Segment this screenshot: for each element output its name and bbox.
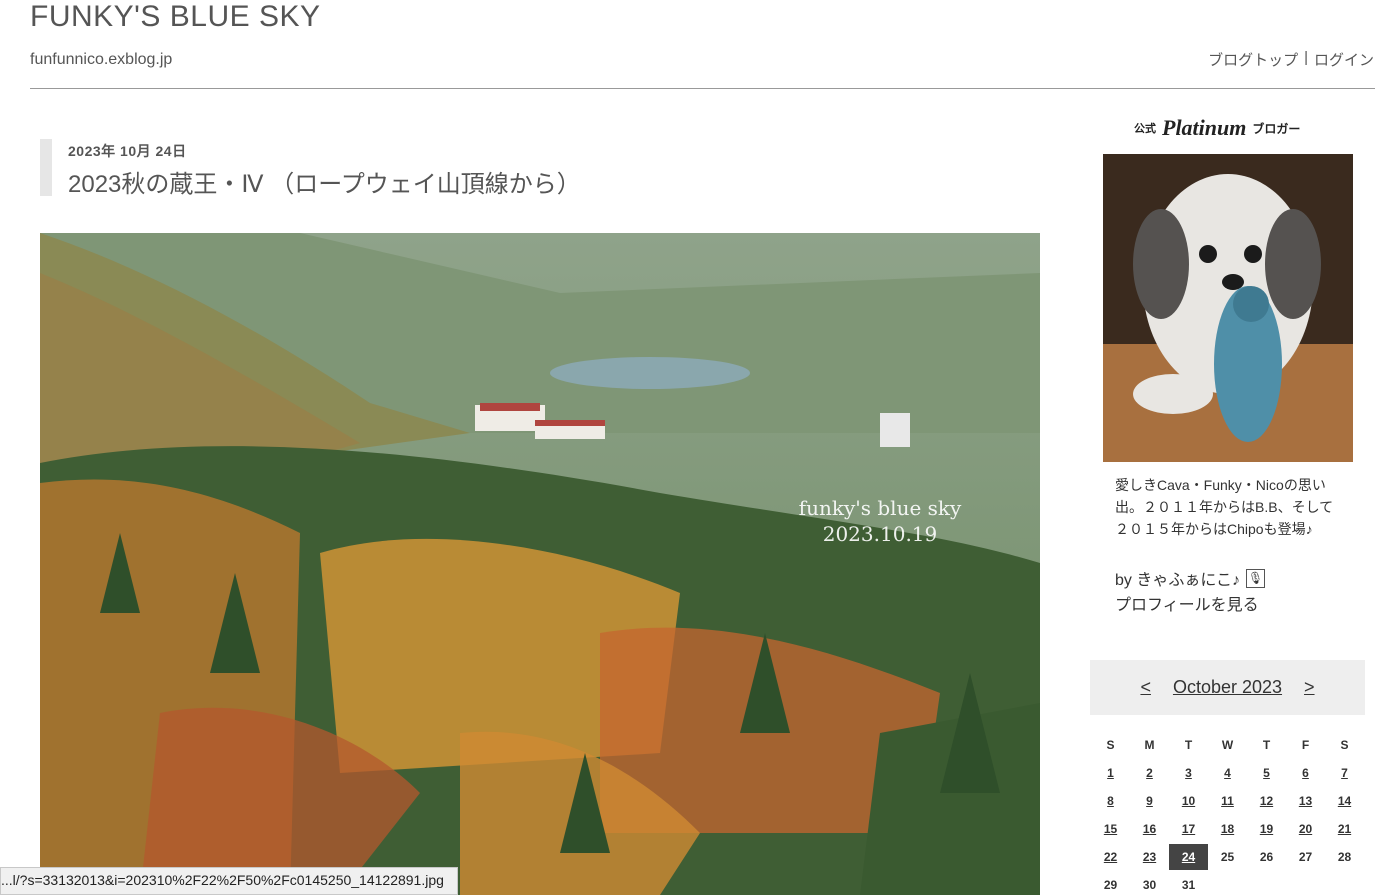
status-url: ...l/?s=33132013&i=202310%2F22%2F50%2Fc0… xyxy=(1,872,444,888)
calendar-day[interactable]: 15 xyxy=(1091,822,1130,836)
calendar-month-link[interactable]: October 2023 xyxy=(1173,677,1282,698)
calendar-day[interactable]: 21 xyxy=(1325,822,1364,836)
calendar-day: 27 xyxy=(1298,850,1313,864)
badge-platinum: Platinum xyxy=(1162,115,1247,140)
profile-description: 愛しきCava・Funky・Nicoの思い出。２０１１年からはB.B、そして２０… xyxy=(1115,477,1334,537)
calendar-week-row: 15 16 17 18 19 20 21 xyxy=(1091,815,1364,843)
post-title[interactable]: 2023秋の蔵王・Ⅳ （ロープウェイ山頂線から） xyxy=(68,164,700,199)
calendar-weeks: 1 2 3 4 5 6 7 8 9 10 11 12 13 14 15 16 17 18 19 20 21 22 23 24 2… xyxy=(1091,759,1364,895)
calendar-week-row: 8 9 10 11 12 13 14 xyxy=(1091,787,1364,815)
calendar-day[interactable]: 3 xyxy=(1169,766,1208,780)
badge-blogger: ブロガー xyxy=(1252,121,1301,136)
calendar-day: 26 xyxy=(1259,850,1274,864)
calendar-weekday-row: S M T W T F S xyxy=(1091,731,1364,759)
weekday-label: T xyxy=(1184,738,1193,752)
calendar-day[interactable]: 6 xyxy=(1286,766,1325,780)
calendar-day[interactable]: 13 xyxy=(1286,794,1325,808)
calendar-day[interactable]: 8 xyxy=(1091,794,1130,808)
view-profile-link[interactable]: プロフィールを見る xyxy=(1115,591,1259,615)
site-url: funfunnico.exblog.jp xyxy=(30,51,173,68)
calendar-day[interactable]: 18 xyxy=(1208,822,1247,836)
calendar-day[interactable]: 22 xyxy=(1091,850,1130,864)
weekday-label: S xyxy=(1106,738,1115,752)
calendar-day[interactable]: 2 xyxy=(1130,766,1169,780)
weekday-label: T xyxy=(1262,738,1271,752)
author-name: by きゃふぁにこ♪ xyxy=(1115,572,1241,589)
calendar-week-row: 29 30 31 xyxy=(1091,871,1364,895)
photo-watermark-line1: funky's blue sky xyxy=(799,496,962,520)
calendar-day[interactable]: 20 xyxy=(1286,822,1325,836)
microphone-icon[interactable]: 🎙 xyxy=(1246,568,1266,588)
calendar-day[interactable]: 1 xyxy=(1091,766,1130,780)
calendar-day[interactable]: 12 xyxy=(1247,794,1286,808)
calendar-day[interactable]: 10 xyxy=(1169,794,1208,808)
calendar-next-link[interactable]: > xyxy=(1304,677,1315,698)
weekday-label: F xyxy=(1301,738,1310,752)
calendar-prev-link[interactable]: < xyxy=(1140,677,1151,698)
calendar-day-today[interactable]: 24 xyxy=(1169,844,1208,870)
calendar-header: < October 2023 > xyxy=(1090,660,1365,715)
site-title[interactable]: FUNKY'S BLUE SKY xyxy=(30,0,320,34)
login-link[interactable]: ログイン xyxy=(1314,49,1374,70)
photo-watermark-line2: 2023.10.19 xyxy=(823,522,938,546)
post-header: 2023年 10月 24日 2023秋の蔵王・Ⅳ （ロープウェイ山頂線から） xyxy=(40,139,700,199)
weekday-label: W xyxy=(1221,738,1234,752)
calendar-day[interactable]: 16 xyxy=(1130,822,1169,836)
header-divider xyxy=(30,88,1375,89)
calendar-day[interactable]: 11 xyxy=(1208,794,1247,808)
calendar-day: 29 xyxy=(1103,878,1118,892)
calendar-day: 31 xyxy=(1181,878,1196,892)
calendar-grid: S M T W T F S 1 2 3 4 5 6 7 8 9 10 11 12 13 14 15 16 17 1… xyxy=(1091,731,1364,895)
post-photo[interactable]: funky's blue sky 2023.10.19 xyxy=(40,233,1040,895)
calendar-day: 30 xyxy=(1142,878,1157,892)
badge-koushiki: 公式 xyxy=(1134,123,1156,135)
weekday-label: S xyxy=(1340,738,1349,752)
browser-status-bar: ...l/?s=33132013&i=202310%2F22%2F50%2Fc0… xyxy=(0,867,458,895)
link-separator: | xyxy=(1304,49,1308,66)
calendar-day: 28 xyxy=(1337,850,1352,864)
calendar-day[interactable]: 17 xyxy=(1169,822,1208,836)
platinum-blogger-badge[interactable]: 公式 Platinum ブロガー xyxy=(1134,113,1324,143)
calendar-day[interactable]: 5 xyxy=(1247,766,1286,780)
calendar-day[interactable]: 14 xyxy=(1325,794,1364,808)
calendar-week-row: 22 23 24 25 26 27 28 xyxy=(1091,843,1364,871)
top-links: ブログトップ | ログイン xyxy=(1208,49,1374,70)
calendar-day[interactable]: 19 xyxy=(1247,822,1286,836)
calendar-day[interactable]: 9 xyxy=(1130,794,1169,808)
blog-top-link[interactable]: ブログトップ xyxy=(1208,49,1298,70)
calendar-day: 25 xyxy=(1220,850,1235,864)
calendar-day[interactable]: 4 xyxy=(1208,766,1247,780)
post-date: 2023年 10月 24日 xyxy=(68,143,187,159)
calendar-day[interactable]: 7 xyxy=(1325,766,1364,780)
calendar-week-row: 1234567 xyxy=(1091,759,1364,787)
calendar-day[interactable]: 23 xyxy=(1130,850,1169,864)
weekday-label: M xyxy=(1144,738,1155,752)
profile-avatar[interactable] xyxy=(1103,154,1353,462)
author-by-line: by きゃふぁにこ♪ 🎙 xyxy=(1115,566,1266,590)
